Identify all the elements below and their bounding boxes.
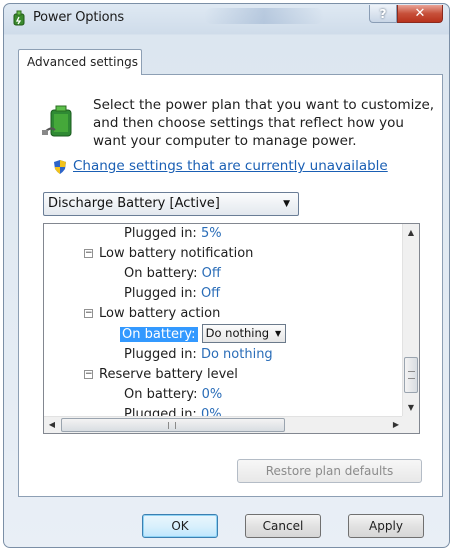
- tab-advanced-settings[interactable]: Advanced settings: [18, 49, 142, 75]
- scroll-left-icon[interactable]: ◀: [44, 417, 60, 433]
- horizontal-scrollbar[interactable]: ◀ ▶: [44, 416, 404, 433]
- intro-text: Select the power plan that you want to c…: [93, 97, 435, 149]
- dropdown-arrow-icon: ▼: [274, 329, 282, 338]
- grip-icon: [168, 422, 176, 429]
- scrollbar-corner: [402, 416, 419, 433]
- setting-value[interactable]: 5%: [201, 226, 222, 241]
- help-button[interactable]: ?: [369, 5, 397, 23]
- group-label: Low battery action: [99, 306, 221, 321]
- tree-row-low-battery-action[interactable]: − Low battery action: [84, 304, 220, 324]
- close-button[interactable]: ✕: [397, 5, 443, 23]
- scroll-up-icon[interactable]: ▲: [403, 224, 419, 241]
- power-options-window: Power Options ? ✕ Advanced settings Sele…: [3, 3, 450, 548]
- tree-row[interactable]: On battery: Off: [124, 264, 221, 284]
- setting-label: On battery:: [124, 266, 198, 281]
- setting-value[interactable]: Do nothing: [201, 347, 273, 362]
- change-settings-link[interactable]: Change settings that are currently unava…: [73, 158, 388, 174]
- setting-label: On battery:: [124, 387, 198, 402]
- title-glare: [204, 8, 324, 24]
- grip-icon: [408, 371, 415, 379]
- restore-plan-defaults-button[interactable]: Restore plan defaults: [237, 459, 422, 483]
- horizontal-scroll-thumb[interactable]: [61, 418, 285, 432]
- collapse-icon[interactable]: −: [84, 309, 93, 318]
- dropdown-arrow-icon: ▼: [283, 199, 290, 209]
- advanced-settings-panel: Select the power plan that you want to c…: [18, 74, 443, 497]
- setting-label: Plugged in:: [124, 286, 197, 301]
- battery-action-value: Do nothing: [205, 326, 270, 340]
- tree-row[interactable]: Plugged in: Off: [124, 284, 220, 304]
- title-bar[interactable]: Power Options ? ✕: [4, 4, 449, 34]
- tree-row-low-battery-notification[interactable]: − Low battery notification: [84, 244, 253, 264]
- group-label: Low battery notification: [99, 246, 254, 261]
- settings-tree[interactable]: Plugged in: 5% − Low battery notificatio…: [43, 223, 420, 434]
- collapse-icon[interactable]: −: [84, 249, 93, 258]
- collapse-icon[interactable]: −: [84, 370, 93, 379]
- setting-value[interactable]: Off: [202, 266, 221, 281]
- tree-row[interactable]: Plugged in: 5%: [124, 224, 222, 244]
- tree-row[interactable]: Plugged in: Do nothing: [124, 345, 273, 365]
- power-plan-select-value: Discharge Battery [Active]: [48, 196, 220, 211]
- apply-button[interactable]: Apply: [348, 514, 424, 538]
- uac-shield-icon: [54, 160, 66, 174]
- power-plan-select[interactable]: Discharge Battery [Active] ▼: [43, 192, 299, 216]
- group-label: Reserve battery level: [99, 367, 238, 382]
- ok-button[interactable]: OK: [142, 514, 218, 538]
- setting-value[interactable]: 0%: [202, 387, 223, 402]
- setting-label-selected: On battery:: [120, 327, 198, 342]
- battery-plug-icon: [42, 105, 72, 137]
- battery-action-dropdown[interactable]: Do nothing ▼: [201, 324, 287, 343]
- tree-row[interactable]: On battery: 0%: [124, 385, 222, 405]
- window-title: Power Options: [33, 10, 124, 25]
- tree-row-selected[interactable]: On battery: Do nothing ▼: [120, 324, 287, 345]
- setting-value[interactable]: Off: [201, 286, 220, 301]
- power-options-icon: [13, 10, 25, 26]
- tree-row-reserve-battery-level[interactable]: − Reserve battery level: [84, 365, 238, 385]
- vertical-scrollbar[interactable]: ▲ ▼: [402, 224, 419, 416]
- scroll-down-icon[interactable]: ▼: [403, 399, 419, 416]
- vertical-scroll-thumb[interactable]: [404, 357, 418, 393]
- cancel-button[interactable]: Cancel: [245, 514, 321, 538]
- setting-label: Plugged in:: [124, 347, 197, 362]
- setting-label: Plugged in:: [124, 226, 197, 241]
